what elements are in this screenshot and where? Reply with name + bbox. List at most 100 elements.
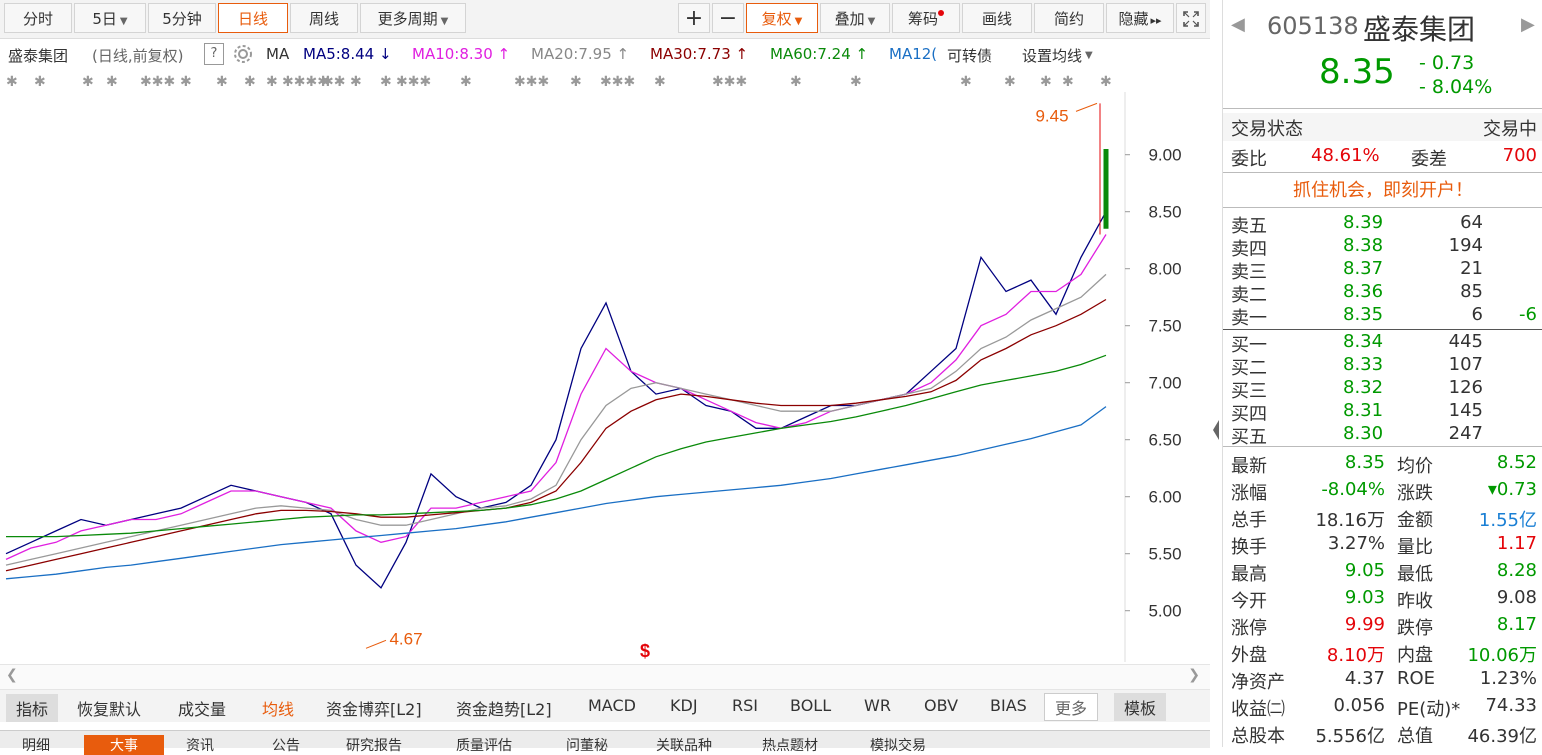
price-change: - 0.73 (1419, 52, 1475, 74)
indicator-button[interactable]: 指标 (6, 694, 59, 722)
tab-5day[interactable]: 5日 ▼ (74, 3, 146, 33)
draw-button[interactable]: 画线 (962, 3, 1032, 33)
hide-button[interactable]: 隐藏 ▸▸ (1106, 3, 1174, 33)
tab-5min[interactable]: 5分钟 (148, 3, 216, 33)
stat-label: 外盘 (1231, 645, 1267, 666)
tab-related[interactable]: 关联品种 (656, 735, 712, 755)
stat-label: 最低 (1397, 564, 1433, 585)
stat-row: 总股本 5.556亿 总值 46.39亿 (1223, 722, 1542, 749)
tab-bias[interactable]: BIAS (990, 696, 1027, 715)
zoom-in-button[interactable]: + (678, 3, 710, 33)
tab-daily[interactable]: 日线 (218, 3, 288, 33)
zoom-out-button[interactable]: − (712, 3, 744, 33)
stat-label: 总值 (1397, 726, 1433, 747)
chart-mode: (日线,前复权) (92, 47, 184, 65)
stat-label: 总股本 (1231, 726, 1285, 747)
stat-row: 最新 8.35 均价 8.52 (1223, 452, 1542, 479)
stat-label: 换手 (1231, 537, 1267, 558)
stat-label: 最新 (1231, 456, 1267, 477)
tab-topics[interactable]: 热点题材 (762, 735, 818, 755)
convertible-bond-link[interactable]: 可转债 (947, 45, 992, 66)
stat-row: 涨幅 -8.04% 涨跌 ▾0.73 (1223, 479, 1542, 506)
restore-default-tab[interactable]: 恢复默认 (77, 696, 141, 720)
scroll-right-icon[interactable]: ❯ (1188, 667, 1200, 683)
tab-rsi[interactable]: RSI (732, 696, 758, 715)
tab-detail[interactable]: 明细 (22, 735, 50, 755)
y-tick-label: 6.00 (1148, 488, 1181, 507)
set-ma-button[interactable]: 设置均线 ▼ (1022, 45, 1093, 66)
tab-research[interactable]: 研究报告 (346, 735, 402, 755)
trade-status-row: 交易状态 交易中 (1223, 113, 1542, 141)
bid-row[interactable]: 买五 8.30 247 (1223, 423, 1542, 448)
bid-row[interactable]: 买一 8.34 445 (1223, 331, 1542, 356)
adjust-button[interactable]: 复权 ▼ (746, 3, 818, 33)
price-chart[interactable]: 9.00 8.50 8.00 7.50 7.00 6.50 6.00 5.50 5.00 9.45… (0, 92, 1210, 662)
simple-button[interactable]: 简约 (1034, 3, 1104, 33)
y-tick-label: 8.50 (1148, 203, 1181, 222)
more-indicators-button[interactable]: 更多 (1044, 693, 1099, 721)
template-button[interactable]: 模板 (1114, 693, 1167, 721)
tab-wr[interactable]: WR (864, 696, 891, 715)
tab-weekly[interactable]: 周线 (290, 3, 358, 33)
overlay-button[interactable]: 叠加 ▼ (820, 3, 890, 33)
tab-boll[interactable]: BOLL (790, 696, 831, 715)
prev-stock-icon[interactable]: ◀ (1231, 14, 1245, 35)
ask-diff: -6 (1519, 304, 1537, 325)
ask-price: 8.36 (1343, 281, 1384, 302)
help-button[interactable]: ? (204, 43, 224, 65)
ma60-value: MA60:7.24 ↑ (770, 45, 869, 63)
last-price: 8.35 (1319, 52, 1395, 92)
tab-macd[interactable]: MACD (588, 696, 636, 715)
tab-intraday[interactable]: 分时 (4, 3, 72, 33)
bottom-tabs: 明细 大事 资讯 公告 研究报告 质量评估 问董秘 关联品种 热点题材 模拟交易 (0, 730, 1210, 755)
bid-row[interactable]: 买四 8.31 145 (1223, 400, 1542, 425)
ask-row[interactable]: 卖二 8.36 85 (1223, 281, 1542, 306)
promo-banner[interactable]: 抓住机会，即刻开户！ (1223, 176, 1542, 204)
chevron-down-icon: ▼ (867, 16, 876, 27)
promo-text[interactable]: 抓住机会，即刻开户！ (1293, 180, 1473, 201)
scroll-left-icon[interactable]: ❮ (6, 667, 18, 683)
y-tick-label: 8.00 (1148, 260, 1181, 279)
next-stock-icon[interactable]: ▶ (1521, 14, 1535, 35)
tab-announce[interactable]: 公告 (272, 735, 300, 755)
tab-volume[interactable]: 成交量 (178, 696, 226, 720)
stat-label: 涨幅 (1231, 483, 1267, 504)
tab-ask[interactable]: 问董秘 (566, 735, 608, 755)
ask-volume: 85 (1460, 281, 1483, 302)
ask-price: 8.35 (1343, 304, 1384, 325)
y-tick-label: 7.50 (1148, 317, 1181, 336)
ask-row[interactable]: 卖一 8.35 6 -6 (1223, 304, 1542, 329)
tab-kdj[interactable]: KDJ (670, 696, 698, 715)
status-label: 交易状态 (1231, 119, 1303, 140)
stock-title: 盛泰集团 (8, 47, 69, 65)
bid-row[interactable]: 买三 8.32 126 (1223, 377, 1542, 402)
stat-label: 金额 (1397, 510, 1433, 531)
fullscreen-button[interactable] (1176, 3, 1206, 33)
collapse-panel-handle[interactable] (1212, 415, 1220, 445)
ask-row[interactable]: 卖五 8.39 64 (1223, 212, 1542, 237)
gear-icon[interactable] (232, 43, 254, 69)
quote-header: ◀ 605138 盛泰集团 ▶ (1223, 6, 1542, 50)
tab-quality[interactable]: 质量评估 (456, 735, 512, 755)
stat-value: -8.04% (1321, 479, 1385, 500)
ask-row[interactable]: 卖三 8.37 21 (1223, 258, 1542, 283)
chart-scrollbar[interactable]: ❮ ❯ (0, 664, 1210, 690)
tab-fund-game[interactable]: 资金博弈[L2] (326, 696, 422, 720)
tab-fund-trend[interactable]: 资金趋势[L2] (456, 696, 552, 720)
stat-label: 今开 (1231, 591, 1267, 612)
tab-ma[interactable]: 均线 (262, 696, 294, 720)
ask-row[interactable]: 卖四 8.38 194 (1223, 235, 1542, 260)
tab-obv[interactable]: OBV (924, 696, 958, 715)
ma-legend-bar: 盛泰集团 (日线,前复权) ? MA MA5:8.44 ↓ MA10:8.30 … (0, 40, 1210, 68)
ask-price: 8.39 (1343, 212, 1384, 233)
bid-row[interactable]: 买二 8.33 107 (1223, 354, 1542, 379)
weibi-row: 委比 48.61% 委差 700 (1223, 143, 1542, 171)
stat-value: 74.33 (1485, 695, 1537, 716)
ma-line-ma60 (6, 354, 1107, 538)
tab-events[interactable]: 大事 (84, 735, 164, 755)
stat-label: 最高 (1231, 564, 1267, 585)
tab-sim-trade[interactable]: 模拟交易 (870, 735, 926, 755)
tab-more-periods[interactable]: 更多周期 ▼ (360, 3, 466, 33)
chips-button[interactable]: 筹码 (892, 3, 960, 33)
tab-news[interactable]: 资讯 (186, 735, 214, 755)
